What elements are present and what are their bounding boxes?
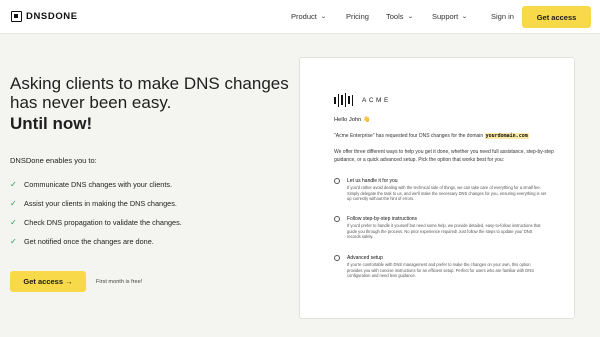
hero-intro: DNSDone enables you to: [10, 156, 97, 165]
option-description: If you'd rather avoid dealing with the t… [347, 185, 547, 202]
free-month-note: First month is free! [96, 279, 143, 285]
hero-get-access-button[interactable]: Get access → [10, 271, 86, 292]
feature-item: ✓ Check DNS propagation to validate the … [10, 217, 182, 227]
nav-item-label: Tools [386, 12, 404, 21]
hero-title-bold: Until now! [10, 114, 93, 133]
email-preview-card: ACME Hello John 👋 "Acme Enterprise" has … [299, 57, 575, 319]
chevron-down-icon: ⌄ [406, 14, 414, 20]
hero-title: Asking clients to make DNS changes has n… [10, 74, 289, 112]
check-icon: ✓ [10, 179, 17, 189]
nav-item-product[interactable]: Product ⌄ [291, 12, 327, 21]
feature-item: ✓ Communicate DNS changes with your clie… [10, 179, 182, 189]
email-greeting: Hello John 👋 [334, 117, 371, 123]
nav-item-tools[interactable]: Tools ⌄ [386, 12, 413, 21]
option-description: If you'd prefer to handle it yourself bu… [347, 223, 541, 240]
logo-icon [11, 11, 22, 22]
acme-bars-icon [334, 93, 355, 107]
email-offer-text: We offer three different ways to help yo… [334, 149, 554, 163]
nav-item-label: Product [291, 12, 317, 21]
radio-button[interactable] [334, 178, 340, 184]
request-text: "Acme Enterprise" has requested four DNS… [334, 133, 484, 139]
feature-item: ✓ Get notified once the changes are done… [10, 236, 182, 246]
nav-item-label: Support [432, 12, 459, 21]
logo-text: DNSDONE [26, 11, 78, 22]
feature-text: Check DNS propagation to validate the ch… [24, 217, 182, 227]
sign-in-link[interactable]: Sign in [491, 12, 514, 21]
feature-list: ✓ Communicate DNS changes with your clie… [10, 180, 182, 256]
check-icon: ✓ [10, 236, 17, 246]
option-title: Follow step-by-step instructions [347, 216, 418, 222]
nav-item-support[interactable]: Support ⌄ [432, 12, 469, 21]
sign-in-label: Sign in [491, 12, 514, 21]
check-icon: ✓ [10, 198, 17, 208]
option-description: If you're comfortable with DNS managemen… [347, 262, 534, 279]
option-title: Let us handle it for you [347, 178, 398, 184]
check-icon: ✓ [10, 217, 17, 227]
radio-button[interactable] [334, 216, 340, 222]
acme-brand-name: ACME [362, 96, 391, 104]
feature-text: Assist your clients in making the DNS ch… [24, 198, 177, 208]
radio-button[interactable] [334, 255, 340, 261]
feature-text: Communicate DNS changes with your client… [24, 179, 173, 189]
top-navbar: DNSDONE Product ⌄ Pricing Tools ⌄ Suppor… [0, 0, 600, 34]
get-access-button[interactable]: Get access [522, 6, 591, 28]
email-request: "Acme Enterprise" has requested four DNS… [334, 133, 564, 139]
chevron-down-icon: ⌄ [461, 14, 469, 20]
logo[interactable]: DNSDONE [11, 11, 78, 22]
domain-highlight: yourdomain.com [484, 133, 529, 139]
chevron-down-icon: ⌄ [320, 14, 327, 20]
feature-text: Get notified once the changes are done. [24, 236, 154, 246]
nav-item-pricing[interactable]: Pricing [346, 12, 369, 21]
nav-item-label: Pricing [346, 12, 369, 21]
feature-item: ✓ Assist your clients in making the DNS … [10, 198, 182, 208]
option-title: Advanced setup [347, 255, 383, 261]
acme-logo: ACME [334, 93, 391, 107]
